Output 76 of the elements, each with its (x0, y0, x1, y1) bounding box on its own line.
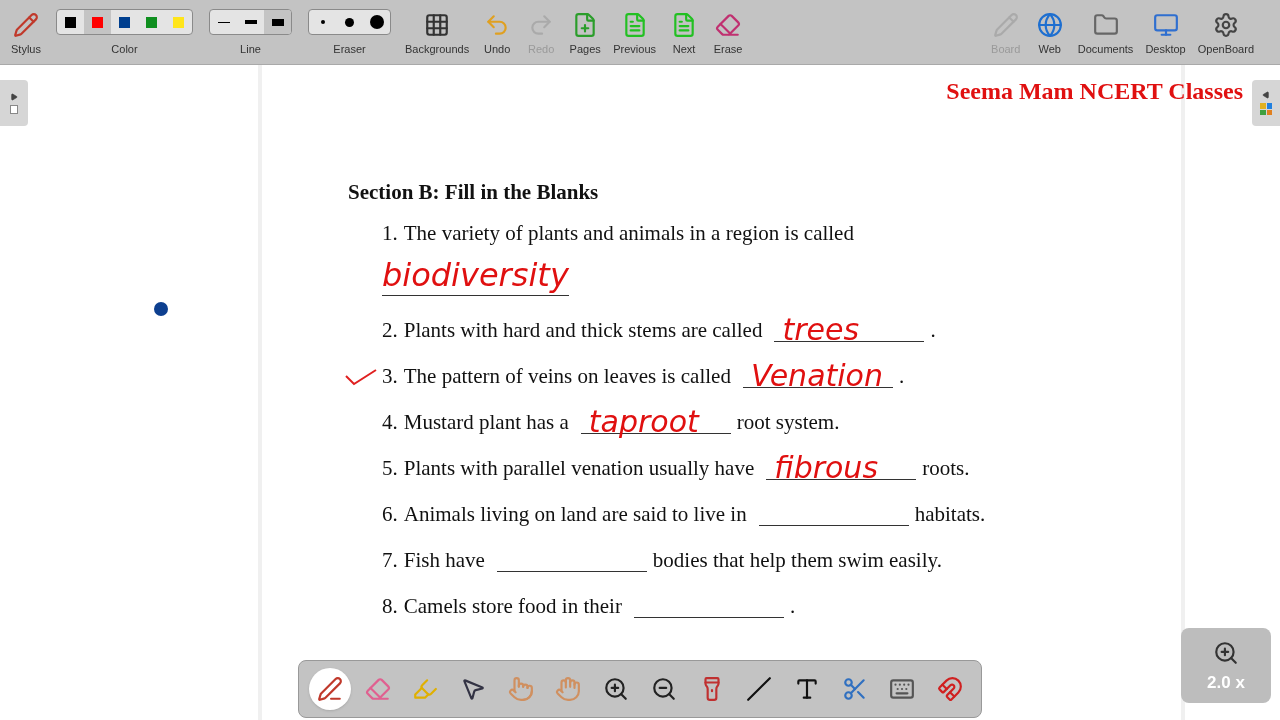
zoom-in-icon (603, 676, 630, 702)
question-text: . (930, 317, 936, 342)
settings-icon (1212, 12, 1239, 38)
hand-pointer-icon (507, 676, 534, 702)
zoom-level: 2.0 x (1207, 674, 1245, 691)
hand-icon (555, 676, 582, 702)
eraser-icon (364, 676, 391, 702)
question-number: 4. (382, 409, 398, 434)
pencil-icon (992, 12, 1019, 38)
handwritten-answer: trees (782, 314, 860, 345)
globe-icon (1036, 12, 1063, 38)
pen-icon (13, 12, 39, 38)
right-panel-toggle[interactable] (1252, 80, 1280, 126)
handwritten-answer: Venation (750, 360, 883, 391)
group-label: Line (240, 44, 261, 55)
toolbar-button[interactable]: Erase (706, 12, 750, 55)
question-number: 6. (382, 501, 398, 526)
question-text: Camels store food in their (403, 593, 622, 618)
group-label: Color (111, 44, 138, 55)
left-panel-toggle[interactable] (0, 80, 28, 126)
toolbar-button[interactable]: Desktop (1139, 12, 1192, 55)
capture-icon (841, 676, 868, 702)
handwritten-answer: taproot (588, 406, 699, 437)
toolbar-button[interactable]: OpenBoard (1191, 12, 1260, 55)
zoom-out-icon (650, 676, 677, 702)
question-number: 8. (382, 593, 398, 618)
toolbar-button[interactable]: Web (1027, 12, 1072, 55)
triangle-icon (1262, 91, 1270, 99)
toolbar-button[interactable]: Previous (607, 12, 662, 55)
pen-icon (317, 676, 343, 702)
monitor-icon (1152, 12, 1179, 38)
toolbar-button[interactable]: Backgrounds (399, 12, 476, 55)
tool-button[interactable] (309, 668, 351, 710)
pointer-icon (460, 676, 487, 702)
highlighter-icon (412, 676, 439, 702)
question-text: Animals living on land are said to live in (403, 501, 747, 526)
group-label: Eraser (333, 44, 366, 55)
eraser-icon (715, 12, 741, 38)
color-swatch[interactable] (84, 10, 111, 34)
handwritten-answer: biodiversity (382, 258, 569, 296)
question-text: Mustard plant has a (403, 409, 569, 434)
keyboard-icon (889, 676, 916, 702)
channel-title: Seema Mam NCERT Classes (946, 77, 1243, 106)
page-icon (671, 12, 697, 38)
question-number: 1. (382, 220, 398, 245)
magnet-icon (936, 676, 963, 702)
toolbar-button[interactable]: Undo (475, 12, 520, 55)
line-width-option[interactable] (264, 10, 291, 34)
page-icon (10, 104, 18, 114)
line-icon (746, 676, 773, 702)
question-text: roots. (922, 455, 970, 480)
section-heading: Section B: Fill in the Blanks (348, 179, 600, 206)
question-number: 7. (382, 547, 398, 572)
grid-icon (424, 12, 451, 38)
question-text: Fish have (403, 547, 485, 572)
toolbar-button[interactable]: Stylus (4, 12, 48, 55)
toolbar-button[interactable]: Pages (563, 12, 608, 55)
question-text: Plants with hard and thick stems are called (403, 317, 763, 342)
question-number: 2. (382, 317, 398, 342)
triangle-icon (10, 92, 18, 101)
question-text: . (898, 363, 905, 388)
handwritten-answer: fibrous (774, 452, 878, 483)
toolbar-button[interactable]: Documents (1071, 12, 1140, 55)
question-text: The pattern of veins on leaves is called (403, 363, 731, 388)
question-text: The variety of plants and animals in a region is called (403, 220, 854, 245)
question-text: habitats. (914, 501, 986, 526)
question-number: 5. (382, 455, 398, 480)
question-text: root system. (736, 409, 840, 434)
question-number: 3. (382, 363, 398, 388)
apps-icon (1260, 103, 1272, 115)
question-text: bodies that help them swim easily. (652, 547, 942, 572)
question-text: Plants with parallel venation usually have (403, 455, 755, 480)
zoom-icon (1213, 640, 1239, 666)
toolbar-button[interactable]: Next (662, 12, 706, 55)
question-text: . (789, 593, 796, 618)
folder-icon (1092, 12, 1119, 38)
